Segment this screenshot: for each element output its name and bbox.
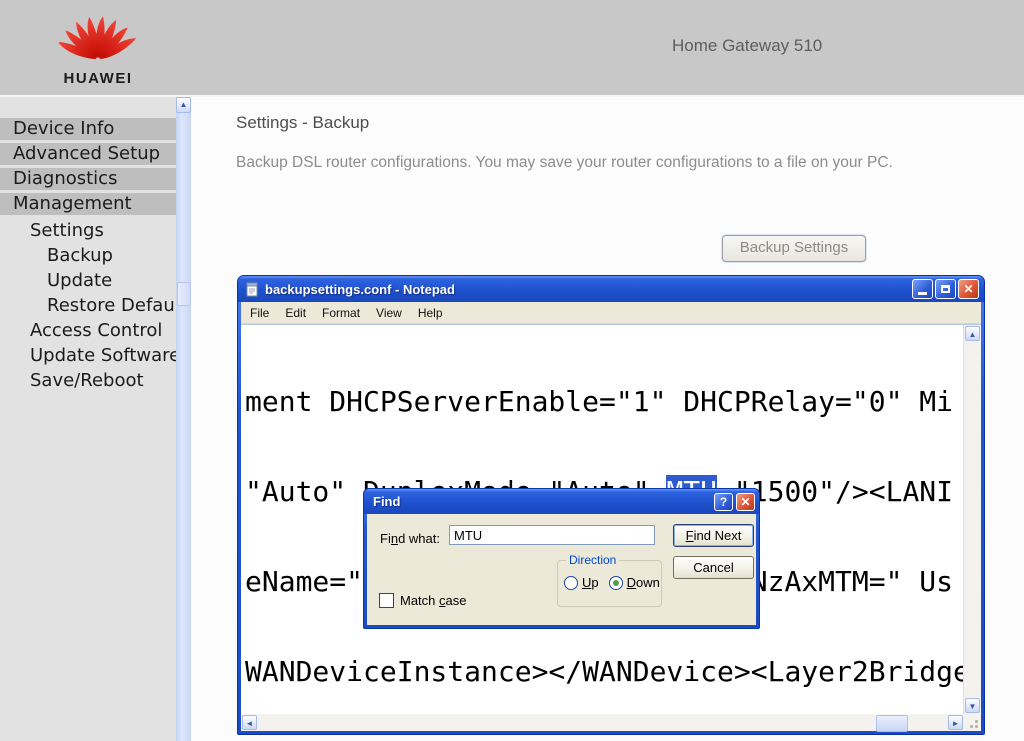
menu-edit[interactable]: Edit <box>277 306 314 320</box>
find-dialog-titlebar[interactable]: Find ? ✕ <box>364 489 759 514</box>
main-content: Settings - Backup Backup DSL router conf… <box>191 97 1024 741</box>
huawei-flower-icon <box>59 4 137 64</box>
notepad-bottom-row: ◄ ► <box>241 714 981 731</box>
page-title: Settings - Backup <box>236 113 369 133</box>
product-title: Home Gateway 510 <box>672 36 822 56</box>
notepad-icon <box>244 281 260 297</box>
notepad-titlebar[interactable]: backupsettings.conf - Notepad ✕ <box>238 276 984 302</box>
sidebar: Device Info Advanced Setup Diagnostics M… <box>0 97 176 741</box>
sidebar-item-update[interactable]: Update <box>0 268 176 293</box>
match-case-label[interactable]: Match case <box>400 593 466 608</box>
sidebar-item-update-software[interactable]: Update Software <box>0 343 176 368</box>
minimize-button[interactable] <box>912 279 933 299</box>
close-icon: ✕ <box>963 283 973 295</box>
find-dialog-title: Find <box>373 494 711 509</box>
scroll-right-icon[interactable]: ► <box>948 715 963 730</box>
direction-group-label: Direction <box>566 553 619 567</box>
horizontal-scrollbar[interactable]: ◄ ► <box>241 714 964 731</box>
header: HUAWEI Home Gateway 510 <box>0 0 1024 95</box>
find-dialog: Find ? ✕ Find what: Find Next Cancel Dir… <box>363 488 760 629</box>
vertical-scrollbar[interactable]: ▲ ▼ <box>963 325 981 714</box>
menu-format[interactable]: Format <box>314 306 368 320</box>
cancel-button[interactable]: Cancel <box>673 556 754 579</box>
window-controls: ✕ <box>910 279 979 299</box>
maximize-icon <box>941 285 950 293</box>
text-line: WANDeviceInstance></WANDevice><Layer2Bri… <box>245 657 963 687</box>
page-description: Backup DSL router configurations. You ma… <box>236 154 893 172</box>
page: HUAWEI Home Gateway 510 Device Info Adva… <box>0 0 1024 741</box>
sidebar-item-settings[interactable]: Settings <box>0 218 176 243</box>
sidebar-item-access-control[interactable]: Access Control <box>0 318 176 343</box>
sidebar-item-restore-default[interactable]: Restore Default <box>0 293 176 318</box>
radio-up[interactable] <box>564 576 578 590</box>
maximize-button[interactable] <box>935 279 956 299</box>
resize-grip[interactable] <box>964 714 981 731</box>
minimize-icon <box>918 292 927 295</box>
help-button[interactable]: ? <box>714 493 733 511</box>
sidebar-scrollbar[interactable]: ▲ <box>176 97 191 741</box>
sidebar-item-device-info[interactable]: Device Info <box>0 118 176 140</box>
close-button[interactable]: ✕ <box>736 493 755 511</box>
sidebar-item-backup[interactable]: Backup <box>0 243 176 268</box>
radio-up-label[interactable]: Up <box>582 575 599 590</box>
backup-settings-button[interactable]: Backup Settings <box>722 235 866 262</box>
scroll-left-icon[interactable]: ◄ <box>242 715 257 730</box>
direction-options: Up Down <box>564 575 670 590</box>
huawei-wordmark: HUAWEI <box>56 70 140 87</box>
huawei-logo: HUAWEI <box>56 4 140 87</box>
text-line: ment DHCPServerEnable="1" DHCPRelay="0" … <box>245 387 963 417</box>
notepad-title: backupsettings.conf - Notepad <box>265 282 910 297</box>
menu-view[interactable]: View <box>368 306 410 320</box>
direction-group: Direction Up Down <box>557 560 662 607</box>
scroll-up-icon[interactable]: ▲ <box>965 326 980 341</box>
sidebar-item-management[interactable]: Management <box>0 193 176 215</box>
find-next-button[interactable]: Find Next <box>673 524 754 547</box>
find-what-label: Find what: <box>380 531 440 546</box>
match-case-checkbox[interactable] <box>379 593 394 608</box>
radio-down[interactable] <box>609 576 623 590</box>
close-button[interactable]: ✕ <box>958 279 979 299</box>
radio-down-label[interactable]: Down <box>627 575 660 590</box>
horizontal-scrollbar-thumb[interactable] <box>876 715 908 732</box>
menu-file[interactable]: File <box>242 306 277 320</box>
notepad-menubar: File Edit Format View Help <box>241 302 981 324</box>
match-case-row: Match case <box>379 593 466 608</box>
sidebar-item-diagnostics[interactable]: Diagnostics <box>0 168 176 190</box>
find-what-input[interactable] <box>449 525 655 545</box>
scroll-down-icon[interactable]: ▼ <box>965 698 980 713</box>
sidebar-scrollbar-thumb[interactable] <box>177 282 191 306</box>
find-dialog-body: Find what: Find Next Cancel Direction Up… <box>367 514 756 625</box>
sidebar-item-save-reboot[interactable]: Save/Reboot <box>0 368 176 393</box>
sidebar-item-advanced-setup[interactable]: Advanced Setup <box>0 143 176 165</box>
menu-help[interactable]: Help <box>410 306 451 320</box>
scroll-up-icon[interactable]: ▲ <box>176 97 191 113</box>
